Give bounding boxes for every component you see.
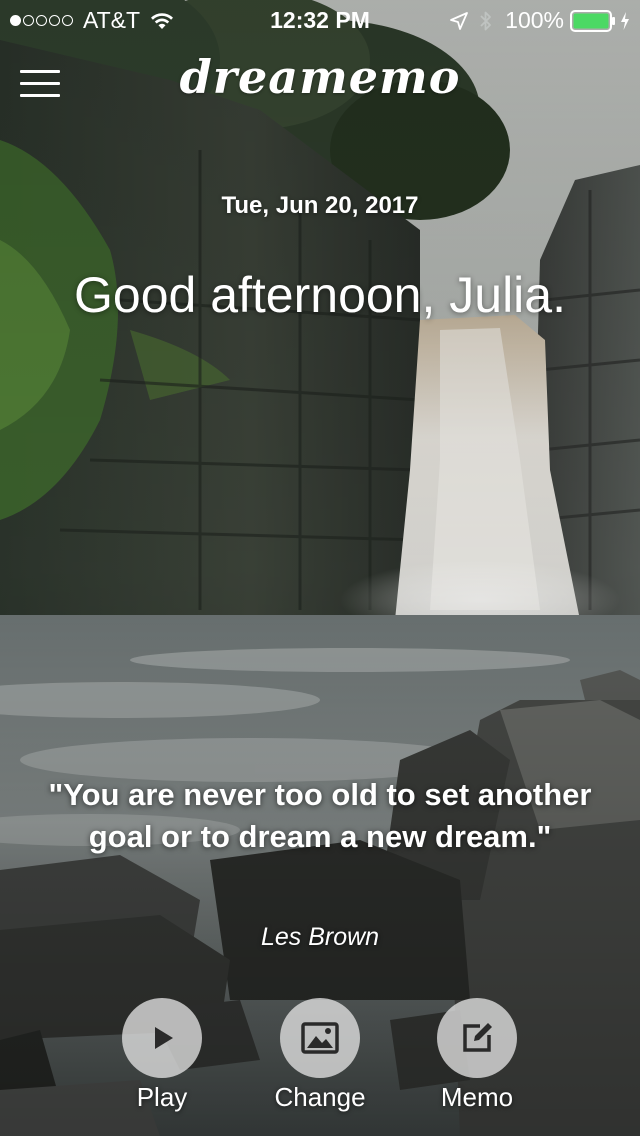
edit-icon bbox=[463, 1023, 492, 1052]
change-label: Change bbox=[274, 1082, 366, 1112]
quote-author: Les Brown bbox=[260, 923, 380, 951]
memo-label: Memo bbox=[440, 1082, 514, 1112]
current-date: Tue, Jun 20, 2017 bbox=[221, 192, 419, 219]
image-icon bbox=[301, 1022, 339, 1054]
change-button-circle[interactable] bbox=[280, 998, 360, 1078]
status-bar-right: 100% bbox=[449, 7, 630, 34]
greeting-text: Good afternoon, Julia. bbox=[74, 267, 566, 323]
play-button-circle[interactable] bbox=[122, 998, 202, 1078]
battery-percentage: 100% bbox=[505, 7, 564, 33]
bluetooth-icon bbox=[480, 11, 492, 30]
app-logo: dreamemo bbox=[179, 50, 461, 104]
charging-bolt-icon bbox=[621, 11, 629, 30]
play-label: Play bbox=[136, 1082, 188, 1112]
memo-button[interactable]: Memo bbox=[417, 998, 537, 1113]
status-bar: AT&T 12:32 PM 100% bbox=[0, 0, 640, 40]
battery-icon bbox=[570, 9, 615, 32]
memo-button-circle[interactable] bbox=[437, 998, 517, 1078]
change-background-button[interactable]: Change bbox=[260, 998, 380, 1113]
location-arrow-icon bbox=[450, 11, 469, 30]
quote-text: "You are never too old to set another go… bbox=[48, 777, 592, 854]
play-icon bbox=[155, 1027, 173, 1049]
background-waterfall-image bbox=[0, 0, 640, 1136]
play-button[interactable]: Play bbox=[102, 998, 222, 1113]
